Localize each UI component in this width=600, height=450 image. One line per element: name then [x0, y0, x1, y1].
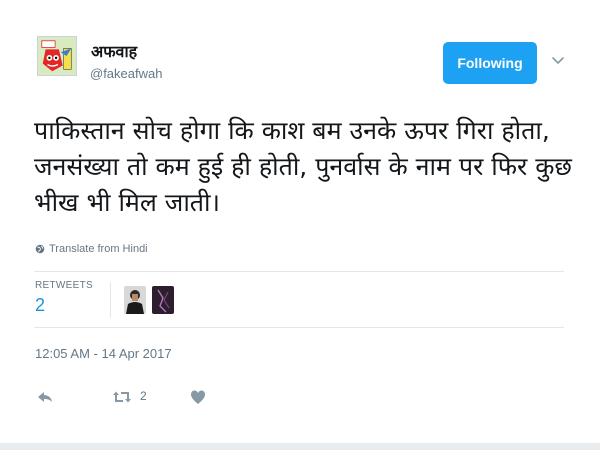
retweeter-avatar[interactable] — [124, 286, 146, 314]
following-button[interactable]: Following — [443, 42, 537, 84]
translate-label: Translate from Hindi — [49, 243, 148, 255]
author-handle[interactable]: @fakeafwah — [90, 66, 162, 81]
retweet-icon — [113, 391, 131, 403]
tweet-timestamp[interactable]: 12:05 AM - 14 Apr 2017 — [35, 346, 172, 361]
abstract-avatar-icon — [152, 286, 174, 314]
translate-link[interactable]: Translate from Hindi — [35, 243, 148, 255]
retweeter-avatar[interactable] — [152, 286, 174, 314]
chevron-down-icon — [552, 57, 564, 64]
retweets-count[interactable]: 2 — [35, 295, 45, 316]
stats-separator — [110, 282, 111, 318]
globe-icon — [35, 244, 45, 254]
tweet-menu[interactable] — [550, 52, 566, 68]
retweet-button[interactable] — [112, 388, 132, 406]
retweets-label[interactable]: RETWEETS — [35, 280, 93, 291]
reply-button[interactable] — [36, 388, 54, 406]
like-button[interactable] — [189, 388, 207, 406]
retweet-action-count: 2 — [140, 389, 147, 403]
person-avatar-icon — [124, 286, 146, 314]
afwah-logo-icon — [38, 37, 76, 75]
divider — [34, 271, 564, 272]
bottom-border — [0, 443, 600, 450]
tweet-text: पाकिस्तान सोच होगा कि काश बम उनके ऊपर गि… — [34, 116, 572, 217]
author-name[interactable]: अफवाह — [91, 40, 137, 62]
author-avatar[interactable] — [37, 36, 77, 76]
heart-icon — [190, 390, 206, 404]
reply-icon — [38, 392, 52, 402]
divider — [34, 327, 564, 328]
